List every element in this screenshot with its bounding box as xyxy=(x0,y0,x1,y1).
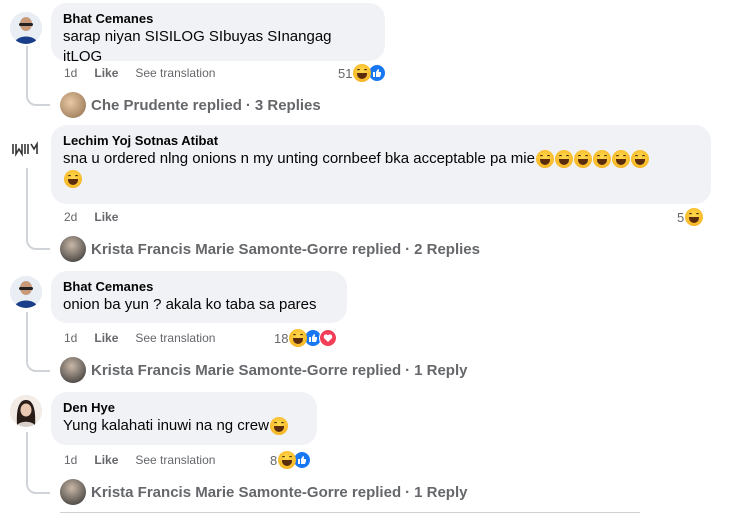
thread-line xyxy=(26,168,50,250)
haha-emoji-icon xyxy=(353,64,372,82)
replier-avatar xyxy=(60,357,86,383)
profile-photo-icon xyxy=(10,12,42,44)
haha-emoji-icon xyxy=(685,208,704,226)
rofl-emoji-icon xyxy=(554,150,573,169)
avatar[interactable] xyxy=(10,276,42,308)
reply-count: 1 Reply xyxy=(414,483,468,501)
comment-bubble[interactable]: Bhat Cemanes onion ba yun ? akala ko tab… xyxy=(51,271,347,323)
comment-text: sarap niyan SISILOG SIbuyas SInangag itL… xyxy=(63,28,332,65)
reaction-summary[interactable]: 18 xyxy=(274,329,338,347)
comment-bubble[interactable]: Bhat Cemanes sarap niyan SISILOG SIbuyas… xyxy=(51,3,385,65)
comment-text: onion ba yun ? akala ko taba sa pares xyxy=(63,296,317,313)
replied-by: Krista Francis Marie Samonte-Gorre repli… xyxy=(91,483,402,501)
thread-line xyxy=(26,432,50,494)
comment-actions: 1d Like See translation xyxy=(64,331,215,345)
replies-link[interactable]: Krista Francis Marie Samonte-Gorre repli… xyxy=(60,236,480,262)
like-button[interactable]: Like xyxy=(94,66,118,80)
comment-author[interactable]: Bhat Cemanes xyxy=(63,10,373,27)
comment-actions: 1d Like See translation xyxy=(64,66,215,80)
avatar[interactable] xyxy=(10,395,42,427)
comment-time[interactable]: 1d xyxy=(64,331,77,345)
thread-line xyxy=(26,312,50,372)
comment-author[interactable]: Den Hye xyxy=(63,399,305,416)
reaction-count: 51 xyxy=(338,65,353,81)
reply-count: 3 Replies xyxy=(254,96,321,114)
separator: · xyxy=(405,483,411,501)
haha-emoji-icon xyxy=(289,329,308,347)
reaction-summary[interactable]: 51 xyxy=(338,64,387,82)
laughing-emoji-icon xyxy=(611,150,630,169)
separator: · xyxy=(405,240,411,258)
rofl-emoji-icon xyxy=(573,150,592,169)
comment-text-content: Yung kalahati inuwi na ng crew xyxy=(63,417,269,434)
profile-photo-icon xyxy=(10,276,42,308)
like-reaction-icon xyxy=(368,64,387,82)
love-reaction-icon xyxy=(319,329,338,347)
replies-link[interactable]: Krista Francis Marie Samonte-Gorre repli… xyxy=(60,479,467,505)
replier-avatar xyxy=(60,479,86,505)
see-translation-link[interactable]: See translation xyxy=(135,66,215,80)
replier-avatar xyxy=(60,92,86,118)
comment-bubble[interactable]: Lechim Yoj Sotnas Atibat sna u ordered n… xyxy=(51,125,711,204)
profile-photo-icon xyxy=(10,395,42,427)
comment-text: sna u ordered nlng onions n my unting co… xyxy=(63,149,699,189)
profile-logo-icon xyxy=(10,133,42,165)
comment-time[interactable]: 1d xyxy=(64,66,77,80)
replied-by: Krista Francis Marie Samonte-Gorre repli… xyxy=(91,361,402,379)
thread-line xyxy=(26,46,50,106)
reply-count: 1 Reply xyxy=(414,361,468,379)
see-translation-link[interactable]: See translation xyxy=(135,331,215,345)
avatar[interactable] xyxy=(10,12,42,44)
replied-by: Che Prudente replied xyxy=(91,96,242,114)
laughing-emoji-icon xyxy=(64,170,82,189)
comment-actions: 2d Like xyxy=(64,210,118,224)
like-button[interactable]: Like xyxy=(94,453,118,467)
haha-emoji-icon xyxy=(278,451,297,469)
like-button[interactable]: Like xyxy=(94,210,118,224)
comment-time[interactable]: 1d xyxy=(64,453,77,467)
comment-bubble[interactable]: Den Hye Yung kalahati inuwi na ng crew xyxy=(51,392,317,445)
avatar[interactable] xyxy=(10,133,42,165)
replies-link[interactable]: Krista Francis Marie Samonte-Gorre repli… xyxy=(60,357,467,383)
laughing-emoji-icon xyxy=(592,150,611,169)
reaction-count: 5 xyxy=(677,209,685,225)
see-translation-link[interactable]: See translation xyxy=(135,453,215,467)
laughing-emoji-icon xyxy=(269,417,288,436)
comment-author[interactable]: Lechim Yoj Sotnas Atibat xyxy=(63,132,699,149)
reply-count: 2 Replies xyxy=(414,240,480,258)
replier-avatar xyxy=(60,236,86,262)
comment-author[interactable]: Bhat Cemanes xyxy=(63,278,335,295)
replied-by: Krista Francis Marie Samonte-Gorre repli… xyxy=(91,240,402,258)
reaction-summary[interactable]: 5 xyxy=(677,208,704,226)
comment-text-content: sna u ordered nlng onions n my unting co… xyxy=(63,150,535,167)
comment-time[interactable]: 2d xyxy=(64,210,77,224)
laughing-emoji-icon xyxy=(630,150,649,169)
rofl-emoji-icon xyxy=(535,150,554,169)
reaction-count: 18 xyxy=(274,330,289,346)
reaction-count: 8 xyxy=(270,452,278,468)
comment-actions: 1d Like See translation xyxy=(64,453,215,467)
replies-link[interactable]: Che Prudente replied · 3 Replies xyxy=(60,92,321,118)
bottom-divider xyxy=(60,512,640,513)
separator: · xyxy=(245,96,251,114)
separator: · xyxy=(405,361,411,379)
comment-text: Yung kalahati inuwi na ng crew xyxy=(63,416,305,436)
reaction-summary[interactable]: 8 xyxy=(270,451,312,469)
like-button[interactable]: Like xyxy=(94,331,118,345)
